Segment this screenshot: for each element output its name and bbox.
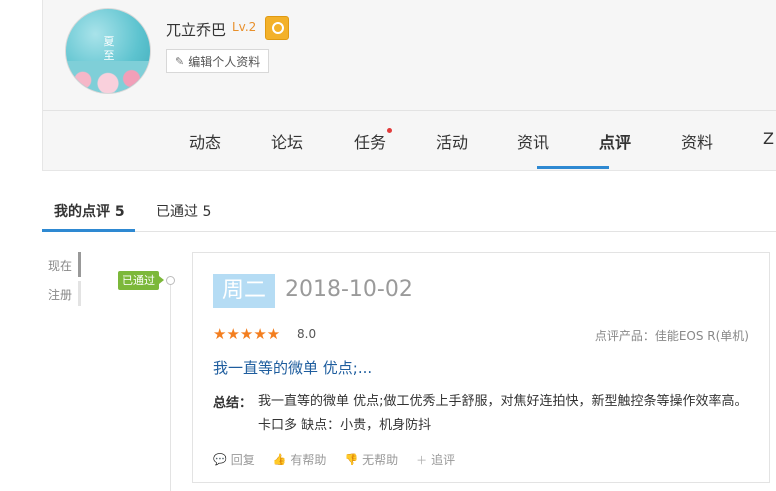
weekday-label: 周二	[213, 274, 275, 308]
edit-profile-button[interactable]: ✎ 编辑个人资料	[166, 49, 270, 73]
sub-tabs-divider	[42, 231, 776, 232]
tab-my-reviews[interactable]: 我的点评 5	[54, 201, 125, 221]
level-badge: Lv.2	[232, 20, 257, 34]
timeline-dot	[166, 276, 175, 285]
summary-text: 我一直等的微单 优点;做工优秀上手舒服，对焦好连拍快，新型触控条等操作效率高。卡…	[258, 394, 748, 433]
followup-button[interactable]: ＋ 追评	[416, 451, 455, 468]
sub-tabs: 我的点评 5 已通过 5	[42, 190, 776, 232]
helpful-label: 有帮助	[290, 453, 327, 467]
medal-icon[interactable]	[265, 16, 289, 40]
edit-profile-label: 编辑个人资料	[188, 54, 261, 69]
review-headline[interactable]: 我一直等的微单 优点;...	[213, 357, 372, 378]
timeline-now[interactable]: 现在	[48, 257, 72, 274]
sub-tab-indicator	[42, 229, 135, 232]
not-helpful-button[interactable]: 👎 无帮助	[344, 451, 398, 468]
thumbs-down-icon: 👎	[344, 453, 359, 466]
review-date: 2018-10-02	[285, 277, 413, 302]
timeline-line	[170, 282, 171, 491]
nav-tabs: 动态 论坛 任务 活动 资讯 点评 资料 Z	[43, 111, 776, 170]
tab-tasks[interactable]: 任务	[354, 129, 386, 153]
star-rating: ★★★★★	[213, 325, 281, 343]
review-product[interactable]: 点评产品：佳能EOS R(单机)	[595, 327, 749, 344]
not-helpful-label: 无帮助	[362, 453, 399, 467]
plus-icon: ＋	[416, 453, 428, 467]
comment-icon: 💬	[213, 453, 227, 466]
timeline-register-bar	[78, 281, 81, 306]
status-badge: 已通过	[118, 271, 164, 290]
timeline-register[interactable]: 注册	[48, 286, 72, 303]
review-card: 周二 2018-10-02 ★★★★★ 8.0 点评产品：佳能EOS R(单机)…	[192, 252, 770, 483]
tab-dynamic[interactable]: 动态	[189, 129, 221, 153]
tab-forum[interactable]: 论坛	[271, 129, 303, 153]
avatar-flowers	[66, 61, 150, 93]
rating-score: 8.0	[297, 327, 317, 341]
tab-reviews[interactable]: 点评	[599, 129, 631, 153]
active-tab-indicator	[537, 166, 609, 169]
username[interactable]: 兀立乔巴	[166, 19, 226, 40]
helpful-button[interactable]: 👍 有帮助	[273, 451, 327, 468]
avatar-text: 夏至	[103, 35, 115, 62]
reply-label: 回复	[230, 453, 255, 467]
reply-button[interactable]: 💬 回复	[213, 451, 255, 468]
summary-label: 总结：	[213, 396, 253, 411]
avatar[interactable]: 夏至	[65, 8, 151, 94]
timeline-now-bar	[78, 252, 81, 277]
thumbs-up-icon: 👍	[272, 453, 287, 466]
review-actions: 💬 回复 👍 有帮助 👎 无帮助 ＋ 追评	[213, 451, 455, 468]
tab-activities[interactable]: 活动	[436, 129, 468, 153]
tab-z[interactable]: Z	[763, 129, 774, 148]
tab-passed[interactable]: 已通过 5	[156, 201, 211, 221]
profile-card: 夏至 兀立乔巴 Lv.2 ✎ 编辑个人资料 动态 论坛 任务 活动 资讯 点评 …	[42, 0, 776, 171]
notification-dot	[387, 128, 392, 133]
followup-label: 追评	[431, 453, 456, 467]
tab-news[interactable]: 资讯	[517, 129, 549, 153]
tab-materials[interactable]: 资料	[681, 129, 713, 153]
pencil-icon: ✎	[175, 54, 185, 68]
